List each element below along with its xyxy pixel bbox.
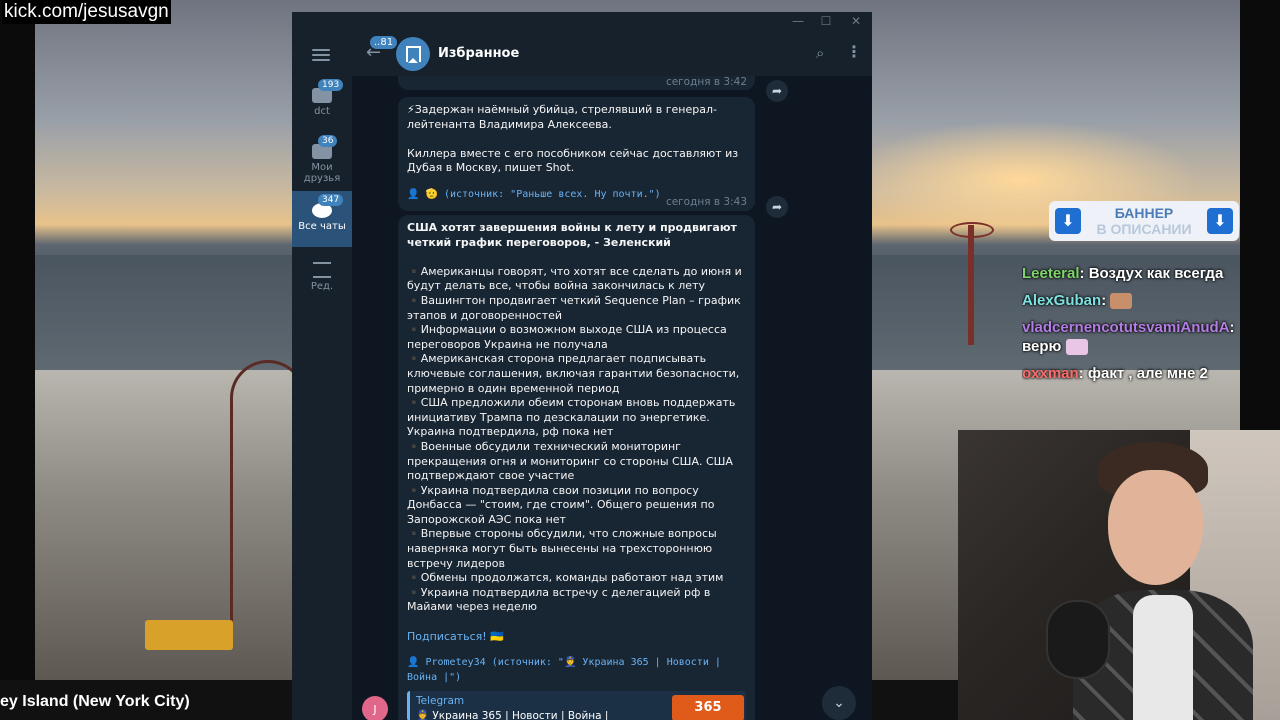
chat-text: : факт , але мне 2: [1078, 365, 1208, 382]
message-bubble[interactable]: ⚡Задержан наёмный убийца, стрелявший в г…: [398, 97, 755, 211]
chat-username: vladcernencotutsvamiAnudA: [1022, 319, 1230, 336]
unread-count: ..81: [370, 36, 398, 49]
folder-label: dct: [314, 106, 330, 117]
chat-username: Leeteral: [1022, 265, 1080, 282]
message-list-items: ▪️Американцы говорят, что хотят все сдел…: [407, 265, 746, 615]
folder-friends[interactable]: 36 Мои друзья: [292, 132, 352, 188]
list-item: ▪️США предложили обеим сторонам вновь по…: [407, 396, 736, 439]
message-source: 👤 Prometey34 (источник: "👮 Украина 365 |…: [407, 657, 721, 683]
search-icon[interactable]: ⌕: [816, 44, 824, 62]
location-caption: ey Island (New York City): [0, 693, 190, 710]
banner-overlay: ⬇ БАННЕР В ОПИСАНИИ ⬇: [1049, 201, 1239, 241]
more-options-icon[interactable]: ⋮: [846, 42, 862, 61]
list-item: ▪️Обмены продолжатся, команды работают н…: [407, 571, 724, 585]
link-preview[interactable]: Telegram 👮 Украина 365 | Новости | Война…: [407, 691, 746, 720]
folder-badge: 347: [318, 194, 344, 206]
message-bubble[interactable]: США хотят завершения войны к лету и прод…: [398, 215, 755, 720]
chat-text: : Воздух как всегда: [1079, 265, 1224, 282]
preview-thumbnail: 365: [672, 695, 744, 720]
down-arrow-icon: ⬇: [1055, 208, 1081, 234]
chat-message: верю: [1022, 337, 1242, 364]
menu-icon[interactable]: [312, 46, 330, 64]
list-item: ▪️Украина подтвердила свои позиции по во…: [407, 483, 715, 526]
forward-icon[interactable]: ➦: [766, 80, 788, 102]
message-title: США хотят завершения войны к лету и прод…: [407, 221, 737, 249]
list-item: ▪️Американская сторона предлагает подпис…: [407, 352, 740, 395]
list-item: ▪️Украина подтвердила встречу с делегаци…: [407, 585, 711, 614]
microphone-icon: [1046, 600, 1110, 679]
chat-message: Leeteral: Воздух как всегда: [1022, 264, 1242, 291]
list-item: ▪️Вашингтон продвигает четкий Sequence P…: [407, 293, 741, 322]
chat-text: верю: [1022, 338, 1062, 355]
down-arrow-icon: ⬇: [1207, 208, 1233, 234]
folder-label: Ред.: [310, 281, 334, 292]
chat-emote-icon: [1110, 293, 1133, 310]
maximize-button[interactable]: ☐: [816, 14, 836, 28]
message-text: ⚡Задержан наёмный убийца, стрелявший в г…: [407, 103, 717, 131]
folder-label: Все чаты: [298, 221, 346, 232]
folder-all-chats[interactable]: 347 Все чаты: [292, 191, 352, 247]
message-text: Киллера вместе с его пособником сейчас д…: [407, 146, 739, 175]
edit-folders-icon: [313, 262, 331, 278]
scroll-down-button[interactable]: ⌄: [822, 686, 856, 720]
message-bubble[interactable]: сегодня в 3:42: [398, 76, 755, 90]
folder-badge: 36: [318, 135, 338, 147]
message-list[interactable]: сегодня в 3:42 ➦ ⚡Задержан наёмный убийц…: [352, 76, 872, 720]
telegram-window: — ☐ ✕ 193 dct 36 Мои друзья 347 Все чаты…: [292, 12, 872, 720]
stream-chat: Leeteral: Воздух как всегда AlexGuban: v…: [1022, 264, 1242, 391]
parachute-tower: [968, 225, 974, 345]
chat-emote-icon: [1065, 339, 1088, 356]
folder-badge: 193: [318, 79, 344, 91]
forward-icon[interactable]: ➦: [766, 196, 788, 218]
list-item: ▪️Военные обсудили технический мониторин…: [407, 439, 733, 483]
school-bus: [145, 620, 233, 650]
close-button[interactable]: ✕: [846, 14, 866, 28]
minimize-button[interactable]: —: [788, 14, 808, 28]
folder-dct[interactable]: 193 dct: [292, 76, 352, 132]
chat-header: ← ..81 Избранное ⌕ ⋮: [352, 32, 872, 77]
window-titlebar: — ☐ ✕: [292, 12, 872, 32]
chat-text: :: [1101, 292, 1107, 309]
list-item: ▪️Американцы говорят, что хотят все сдел…: [407, 264, 742, 293]
chat-title[interactable]: Избранное: [438, 46, 519, 61]
chat-username: oxxman: [1022, 365, 1079, 382]
message-time: сегодня в 3:43: [665, 196, 747, 208]
webcam-face: [1108, 470, 1203, 585]
list-item: ▪️Информации о возможном выходе США из п…: [407, 323, 727, 351]
banner-line2: В ОПИСАНИИ: [1096, 221, 1192, 237]
list-item: ▪️Впервые стороны обсудили, что сложные …: [407, 527, 717, 570]
saved-messages-avatar[interactable]: [396, 37, 430, 71]
letterbox-left: [0, 0, 35, 680]
chat-message: oxxman: факт , але мне 2: [1022, 364, 1242, 391]
webcam-feed: [958, 430, 1280, 720]
folder-edit[interactable]: Ред.: [292, 250, 352, 306]
bookmark-icon: [405, 46, 421, 63]
folder-label: Мои друзья: [303, 162, 341, 184]
banner-text: БАННЕР В ОПИСАНИИ: [1096, 205, 1191, 237]
chat-message: AlexGuban:: [1022, 291, 1242, 318]
stream-url: kick.com/jesusavgn: [2, 0, 171, 24]
chat-username: AlexGuban: [1022, 292, 1102, 309]
folders-sidebar: 193 dct 36 Мои друзья 347 Все чаты Ред.: [292, 32, 352, 720]
user-avatar[interactable]: J: [362, 696, 388, 720]
banner-line1: БАННЕР: [1114, 205, 1174, 221]
message-time: сегодня в 3:42: [665, 76, 747, 88]
subscribe-link[interactable]: Подписаться! 🇺🇦: [407, 630, 746, 645]
chat-text: :: [1229, 319, 1235, 336]
webcam-tshirt: [1133, 595, 1193, 720]
